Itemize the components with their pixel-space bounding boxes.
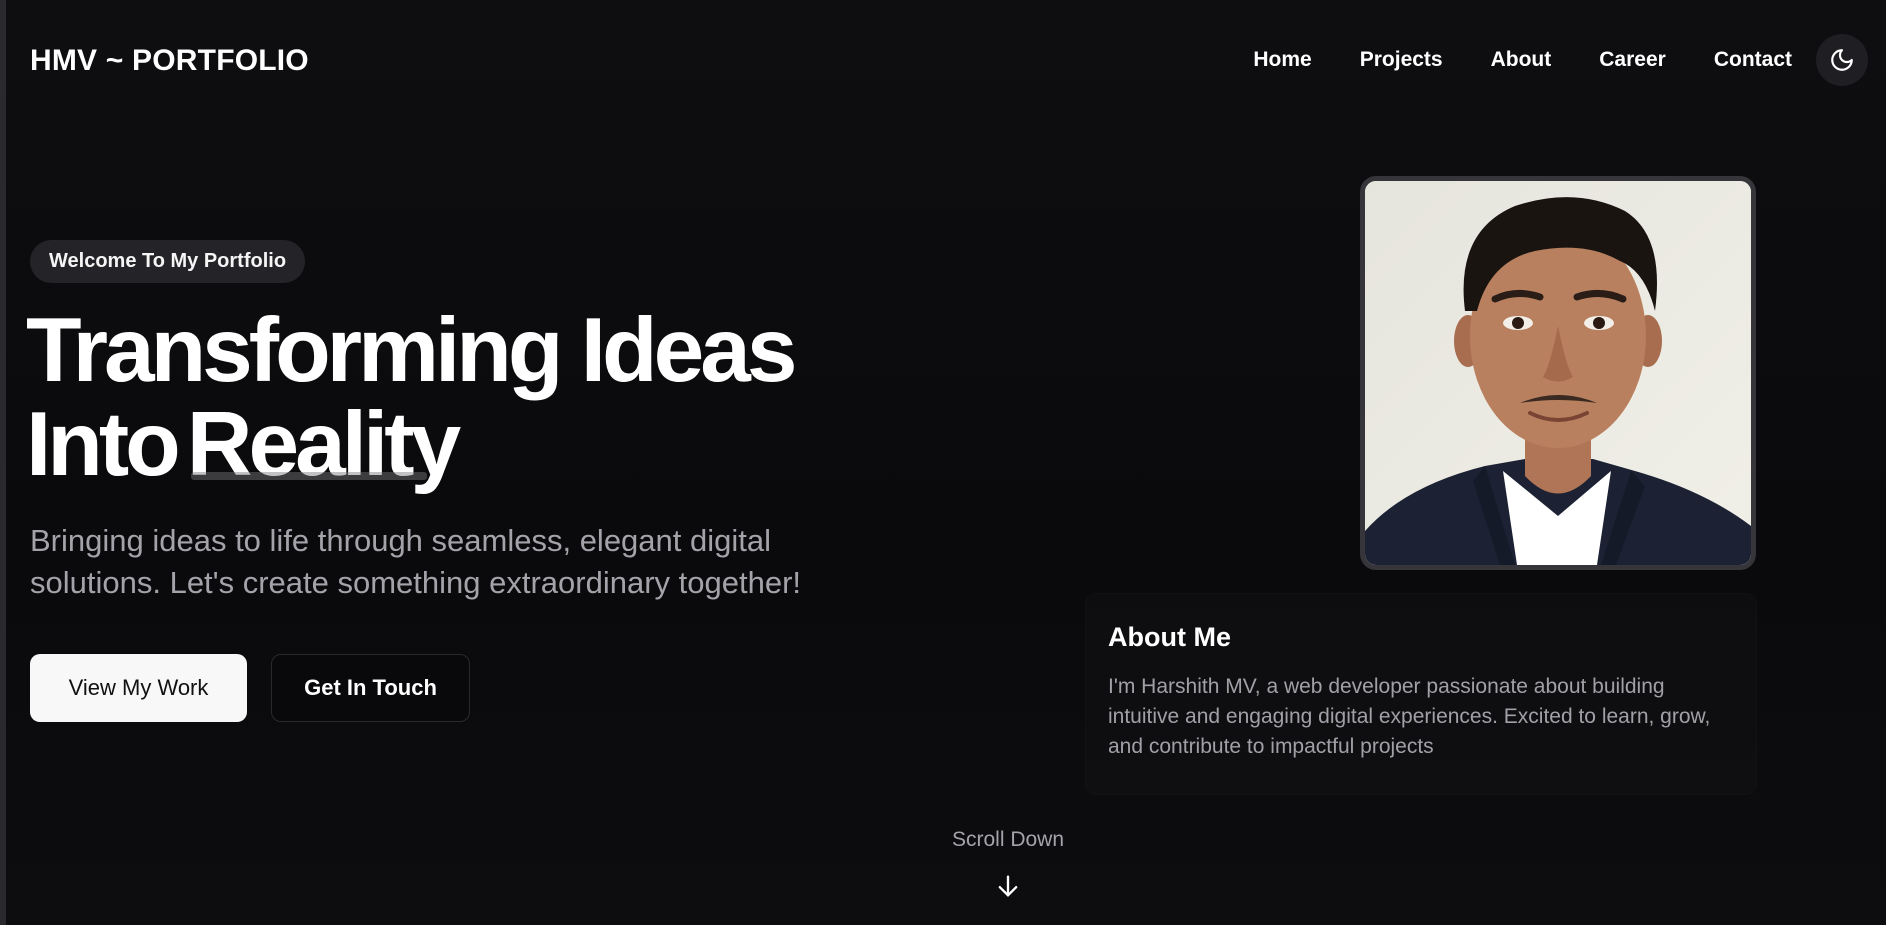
nav-about[interactable]: About [1491, 48, 1552, 72]
moon-icon [1831, 49, 1853, 71]
headline-line-2: Into Reality [26, 398, 793, 492]
hero-subtitle: Bringing ideas to life through seamless,… [30, 523, 802, 600]
nav-home[interactable]: Home [1253, 48, 1311, 72]
hero-headline: Transforming Ideas Into Reality [26, 300, 797, 492]
portfolio-page: HMV ~ PORTFOLIO Home Projects About Care… [0, 0, 1886, 925]
nav-career[interactable]: Career [1599, 48, 1666, 72]
arrow-down-icon[interactable] [994, 872, 1022, 900]
theme-toggle-button[interactable] [1816, 34, 1868, 86]
headline-line-1: Transforming Ideas [26, 300, 797, 401]
welcome-badge: Welcome To My Portfolio [30, 240, 306, 283]
headline-into: Into [26, 394, 181, 495]
site-header: HMV ~ PORTFOLIO Home Projects About Care… [0, 0, 1886, 124]
about-card: About Me I'm Harshith MV, a web develope… [1086, 594, 1756, 794]
profile-photo-illustration [1365, 181, 1751, 565]
headline-accent: Reality [186, 394, 461, 495]
site-logo[interactable]: HMV ~ PORTFOLIO [30, 44, 309, 78]
nav-contact[interactable]: Contact [1714, 48, 1792, 72]
about-text: I'm Harshith MV, a web developer passion… [1108, 675, 1711, 758]
profile-photo [1360, 176, 1756, 570]
about-title: About Me [1108, 622, 1231, 652]
view-my-work-button[interactable]: View My Work [30, 654, 247, 722]
main-nav: Home Projects About Career Contact [1253, 48, 1792, 72]
window-edge [0, 0, 6, 925]
scroll-down-label[interactable]: Scroll Down [943, 828, 1073, 852]
nav-projects[interactable]: Projects [1360, 48, 1443, 72]
get-in-touch-button[interactable]: Get In Touch [271, 654, 470, 722]
